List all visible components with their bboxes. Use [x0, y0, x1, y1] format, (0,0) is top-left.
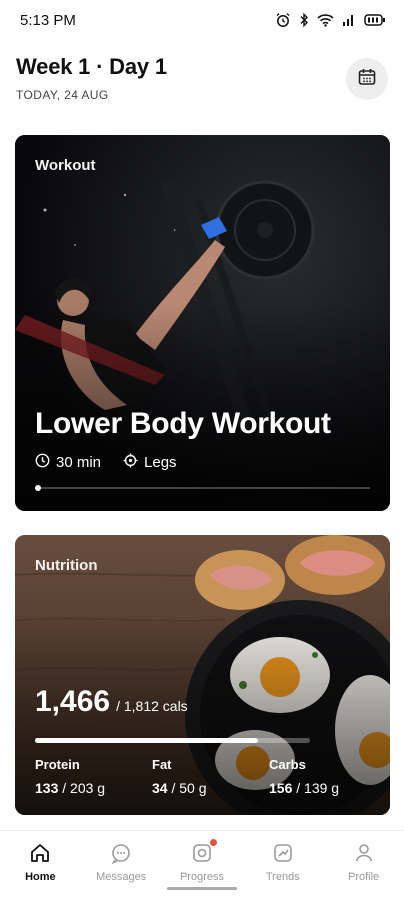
workout-duration-text: 30 min	[56, 454, 102, 471]
progress-icon	[190, 839, 217, 865]
home-icon	[28, 841, 52, 865]
macro-amount: 34	[152, 780, 168, 796]
signal-icon	[342, 13, 356, 27]
workout-focus-text: Legs	[144, 454, 177, 471]
status-bar: 5:13 PM	[0, 0, 404, 40]
workout-focus: Legs	[123, 453, 177, 472]
workout-progress-bar	[35, 485, 370, 491]
workout-progress-dot	[35, 485, 41, 491]
macro-value: 156 / 139 g	[269, 780, 386, 796]
target-icon	[123, 453, 138, 472]
wifi-icon	[317, 13, 334, 27]
macro-carbs: Carbs 156 / 139 g	[269, 757, 386, 796]
macro-fat: Fat 34 / 50 g	[152, 757, 269, 796]
calorie-progress-fill	[35, 738, 258, 743]
battery-icon	[364, 13, 386, 27]
macro-name: Carbs	[269, 757, 306, 772]
nav-item-profile[interactable]: Profile	[323, 831, 404, 900]
workout-meta: 30 min Legs	[35, 453, 191, 472]
nutrition-card[interactable]: Nutrition 1,466 / 1,812 cals Protein 133…	[15, 535, 390, 815]
status-time: 5:13 PM	[20, 12, 76, 29]
workout-card[interactable]: Workout Lower Body Workout 30 min Legs	[15, 135, 390, 511]
nav-label: Home	[25, 871, 56, 883]
trends-icon	[271, 841, 295, 865]
nav-item-home[interactable]: Home	[0, 831, 81, 900]
home-indicator	[167, 887, 237, 890]
workout-title: Lower Body Workout	[35, 407, 331, 440]
macro-target: / 139 g	[296, 780, 340, 796]
nav-item-trends[interactable]: Trends	[242, 831, 323, 900]
macro-protein: Protein 133 / 203 g	[35, 757, 152, 796]
workout-duration: 30 min	[35, 453, 101, 472]
macro-amount: 156	[269, 780, 293, 796]
profile-icon	[352, 841, 376, 865]
workout-card-label: Workout	[35, 157, 96, 174]
nutrition-card-label: Nutrition	[35, 557, 98, 574]
macro-value: 34 / 50 g	[152, 780, 269, 796]
status-icons	[275, 12, 386, 28]
notification-dot	[209, 839, 217, 846]
macro-list: Protein 133 / 203 g Fat 34 / 50 g Carbs …	[35, 757, 386, 796]
calorie-summary: 1,466 / 1,812 cals	[35, 685, 188, 719]
macro-name: Fat	[152, 757, 172, 772]
macro-amount: 133	[35, 780, 59, 796]
clock-icon	[35, 453, 50, 472]
calendar-icon	[357, 67, 377, 92]
bluetooth-icon	[299, 12, 309, 28]
macro-target: / 203 g	[62, 780, 106, 796]
calories-goal: / 1,812 cals	[116, 698, 188, 714]
macro-value: 133 / 203 g	[35, 780, 152, 796]
macro-target: / 50 g	[171, 780, 207, 796]
calendar-button[interactable]	[346, 58, 388, 100]
calorie-progress-bar	[35, 738, 310, 743]
nav-label: Trends	[265, 871, 300, 883]
date-label: TODAY, 24 AUG	[16, 88, 109, 102]
alarm-icon	[275, 12, 291, 28]
nav-label: Messages	[96, 871, 147, 883]
chat-icon	[109, 841, 133, 865]
page-title: Week 1 · Day 1	[16, 54, 167, 79]
page-header: Week 1 · Day 1 TODAY, 24 AUG	[16, 54, 388, 104]
nav-label: Progress	[179, 871, 224, 883]
calories-consumed: 1,466	[35, 685, 111, 718]
nav-label: Profile	[347, 871, 380, 883]
macro-name: Protein	[35, 757, 80, 772]
nav-item-messages[interactable]: Messages	[81, 831, 162, 900]
